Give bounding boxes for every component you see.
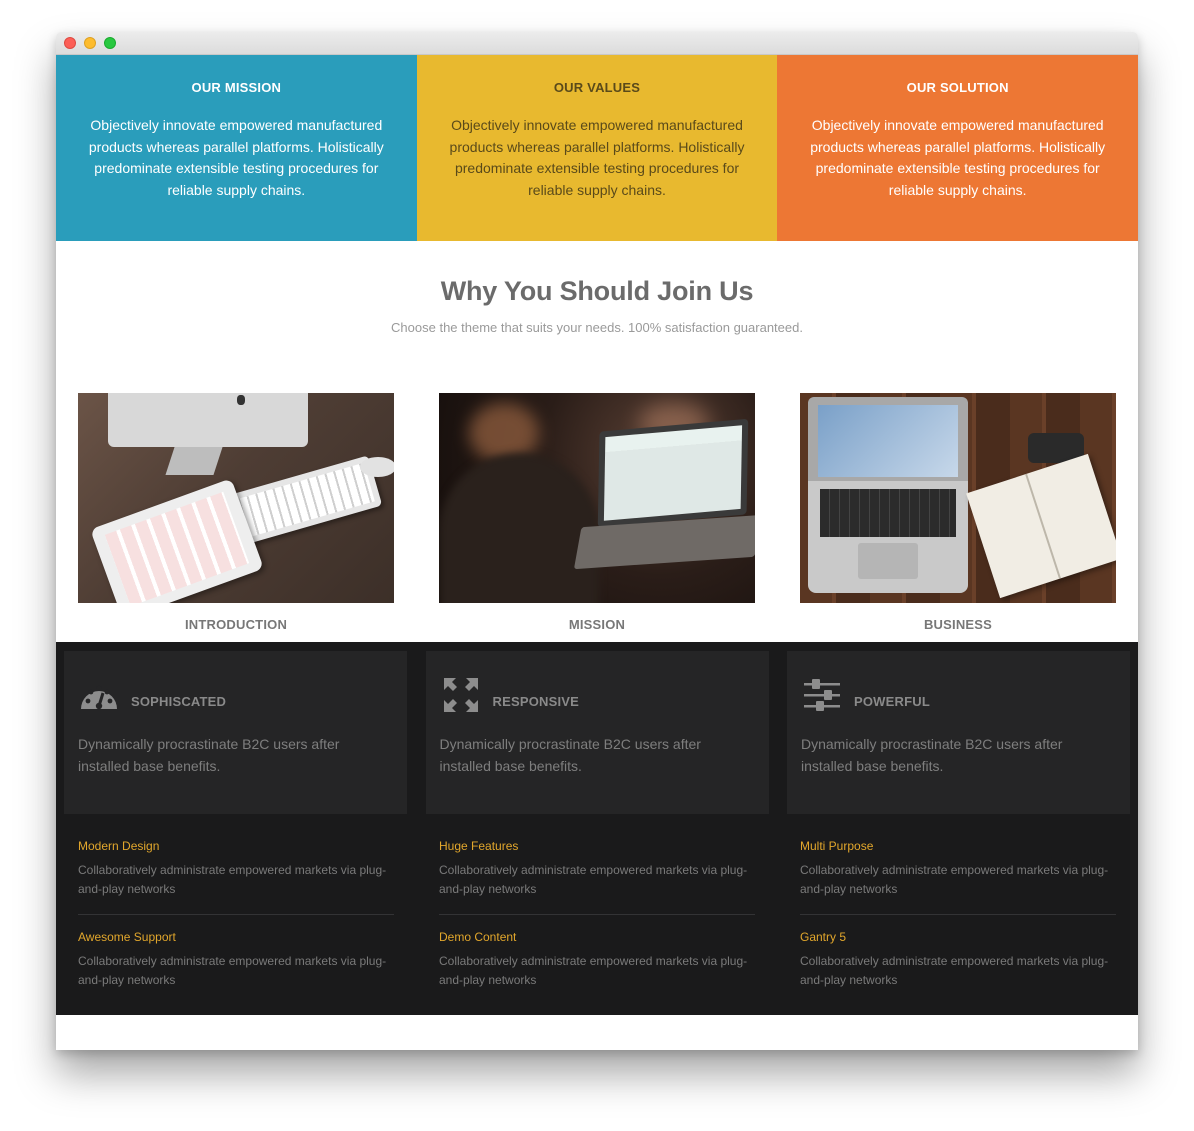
- join-section: Why You Should Join Us Choose the theme …: [56, 241, 1138, 642]
- feature-responsive: RESPONSIVE Dynamically procrastinate B2C…: [425, 651, 769, 814]
- feature-title: POWERFUL: [854, 693, 930, 709]
- feature-lists: Modern Design Collaboratively administra…: [56, 814, 1138, 990]
- list-item-title[interactable]: Demo Content: [439, 930, 755, 944]
- mission-panel: OUR MISSION Objectively innovate empower…: [56, 55, 417, 241]
- list-item: Huge Features Collaboratively administra…: [439, 814, 755, 899]
- card-label[interactable]: INTRODUCTION: [78, 617, 394, 632]
- list-item-text: Collaboratively administrate empowered m…: [800, 954, 1109, 987]
- feature-boxes: SOPHISCATED Dynamically procrastinate B2…: [56, 642, 1138, 814]
- solution-panel: OUR SOLUTION Objectively innovate empowe…: [777, 55, 1138, 241]
- card-business[interactable]: BUSINESS: [800, 393, 1116, 632]
- list-column: Modern Design Collaboratively administra…: [78, 814, 394, 990]
- join-title: Why You Should Join Us: [440, 276, 754, 306]
- card-label[interactable]: BUSINESS: [800, 617, 1116, 632]
- top-info-row: OUR MISSION Objectively innovate empower…: [56, 55, 1138, 241]
- list-item-text: Collaboratively administrate empowered m…: [78, 863, 387, 896]
- expand-arrows-icon: [440, 677, 482, 713]
- card-label[interactable]: MISSION: [439, 617, 755, 632]
- list-item-title[interactable]: Multi Purpose: [800, 839, 1116, 853]
- values-text: Objectively innovate empowered manufactu…: [449, 117, 745, 199]
- list-column: Multi Purpose Collaboratively administra…: [800, 814, 1116, 990]
- feature-text: Dynamically procrastinate B2C users afte…: [801, 736, 1063, 774]
- window-titlebar: [56, 32, 1138, 55]
- card-mission[interactable]: MISSION: [439, 393, 755, 632]
- feature-text: Dynamically procrastinate B2C users afte…: [78, 736, 340, 774]
- laptop-user-image[interactable]: [439, 393, 755, 603]
- card-row: INTRODUCTION MISSION BUSINESS: [78, 393, 1116, 632]
- list-item-title[interactable]: Huge Features: [439, 839, 755, 853]
- feature-powerful: POWERFUL Dynamically procrastinate B2C u…: [787, 651, 1130, 814]
- list-item-title[interactable]: Awesome Support: [78, 930, 394, 944]
- list-item-text: Collaboratively administrate empowered m…: [439, 954, 748, 987]
- values-panel: OUR VALUES Objectively innovate empowere…: [416, 55, 778, 241]
- mission-title: OUR MISSION: [191, 80, 282, 95]
- values-title: OUR VALUES: [553, 80, 641, 95]
- minimize-window-button[interactable]: [84, 37, 96, 49]
- solution-title: OUR SOLUTION: [906, 80, 1009, 95]
- solution-text: Objectively innovate empowered manufactu…: [810, 117, 1106, 199]
- feature-title: SOPHISCATED: [131, 693, 227, 709]
- list-item: Modern Design Collaboratively administra…: [78, 814, 394, 899]
- maximize-window-button[interactable]: [104, 37, 116, 49]
- list-column: Huge Features Collaboratively administra…: [439, 814, 755, 990]
- list-item: Awesome Support Collaboratively administ…: [78, 914, 394, 990]
- feature-text: Dynamically procrastinate B2C users afte…: [439, 736, 701, 774]
- list-item-title[interactable]: Modern Design: [78, 839, 394, 853]
- dashboard-icon: [78, 677, 120, 713]
- join-subtitle: Choose the theme that suits your needs. …: [391, 320, 803, 335]
- browser-window: OUR MISSION Objectively innovate empower…: [56, 32, 1138, 1050]
- feature-sophiscated: SOPHISCATED Dynamically procrastinate B2…: [64, 651, 407, 814]
- list-item: Demo Content Collaboratively administrat…: [439, 914, 755, 990]
- list-item: Gantry 5 Collaboratively administrate em…: [800, 914, 1116, 990]
- feature-title: RESPONSIVE: [492, 693, 580, 709]
- close-window-button[interactable]: [64, 37, 76, 49]
- list-item-title[interactable]: Gantry 5: [800, 930, 1116, 944]
- mission-text: Objectively innovate empowered manufactu…: [88, 117, 384, 199]
- list-item-text: Collaboratively administrate empowered m…: [78, 954, 387, 987]
- sliders-icon: [801, 677, 843, 713]
- desk-workspace-image[interactable]: [78, 393, 394, 603]
- features-section: SOPHISCATED Dynamically procrastinate B2…: [56, 642, 1138, 1015]
- list-item: Multi Purpose Collaboratively administra…: [800, 814, 1116, 899]
- list-item-text: Collaboratively administrate empowered m…: [439, 863, 748, 896]
- laptop-notebook-image[interactable]: [800, 393, 1116, 603]
- list-item-text: Collaboratively administrate empowered m…: [800, 863, 1109, 896]
- card-introduction[interactable]: INTRODUCTION: [78, 393, 394, 632]
